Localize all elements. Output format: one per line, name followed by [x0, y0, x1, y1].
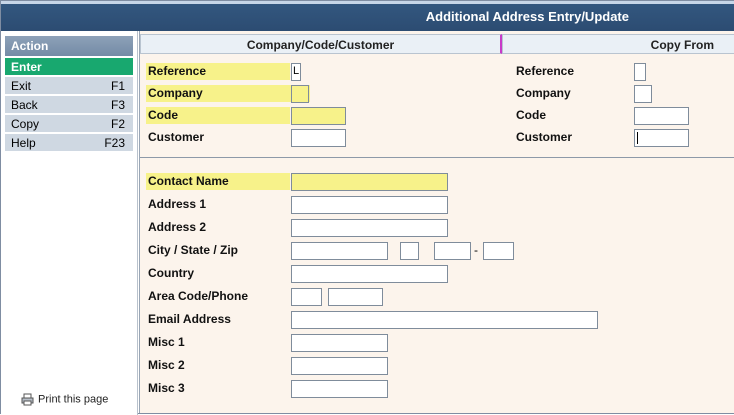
- action-sidebar: Action Enter Exit F1 Back F3 Copy F2 Hel…: [1, 31, 138, 415]
- help-button[interactable]: Help F23: [5, 134, 133, 152]
- customer-label: Customer: [148, 130, 205, 144]
- copy-button-label: Copy: [11, 117, 40, 131]
- enter-button-label: Enter: [11, 60, 42, 74]
- help-button-label: Help: [11, 136, 36, 150]
- country-input[interactable]: [291, 265, 448, 283]
- email-address-label: Email Address: [148, 312, 231, 326]
- window-title: Additional Address Entry/Update: [425, 9, 629, 24]
- printer-icon: [21, 393, 34, 406]
- address2-input[interactable]: [291, 219, 448, 237]
- misc1-label: Misc 1: [148, 335, 185, 349]
- print-link[interactable]: Print this page: [21, 393, 108, 406]
- back-button[interactable]: Back F3: [5, 96, 133, 114]
- area-code-phone-label: Area Code/Phone: [148, 289, 249, 303]
- enter-button[interactable]: Enter: [5, 58, 133, 76]
- misc2-input[interactable]: [291, 357, 388, 375]
- contact-name-input[interactable]: [291, 173, 448, 191]
- copy-reference-label: Reference: [516, 64, 575, 78]
- city-input[interactable]: [291, 242, 388, 260]
- copy-reference-input[interactable]: [634, 63, 646, 81]
- text-cursor: [637, 132, 638, 144]
- zip-input[interactable]: [434, 242, 471, 260]
- app-window: Additional Address Entry/Update Action E…: [0, 0, 734, 415]
- zip-extension-input[interactable]: [483, 242, 514, 260]
- state-input[interactable]: [400, 242, 419, 260]
- address1-input[interactable]: [291, 196, 448, 214]
- misc1-input[interactable]: [291, 334, 388, 352]
- email-address-input[interactable]: [291, 311, 598, 329]
- misc3-input[interactable]: [291, 380, 388, 398]
- phone-input[interactable]: [328, 288, 383, 306]
- customer-input[interactable]: [291, 129, 346, 147]
- exit-button[interactable]: Exit F1: [5, 77, 133, 95]
- copy-company-label: Company: [516, 86, 571, 100]
- back-button-label: Back: [11, 98, 38, 112]
- code-input[interactable]: [291, 107, 346, 125]
- copy-company-input[interactable]: [634, 85, 652, 103]
- area-code-input[interactable]: [291, 288, 322, 306]
- help-key: F23: [104, 136, 125, 150]
- entry-panel: Company/Code/Customer Copy From Referenc…: [139, 31, 734, 413]
- address1-label: Address 1: [148, 197, 207, 211]
- copy-customer-input[interactable]: [634, 129, 689, 147]
- address2-label: Address 2: [148, 220, 207, 234]
- title-bar: Additional Address Entry/Update: [1, 1, 734, 31]
- exit-button-label: Exit: [11, 79, 32, 93]
- company-label: Company: [146, 85, 310, 102]
- reference-input[interactable]: L: [291, 63, 301, 81]
- copy-code-label: Code: [516, 108, 546, 122]
- print-link-label: Print this page: [38, 393, 109, 406]
- city-state-zip-label: City / State / Zip: [148, 243, 239, 257]
- action-header: Action: [5, 36, 133, 56]
- contact-name-label: Contact Name: [146, 173, 290, 190]
- exit-key: F1: [110, 79, 125, 93]
- section-divider: [140, 157, 734, 158]
- code-label: Code: [146, 107, 290, 124]
- reference-label: Reference: [146, 63, 290, 80]
- misc2-label: Misc 2: [148, 358, 185, 372]
- company-code-customer-header: Company/Code/Customer: [140, 34, 502, 54]
- copy-code-input[interactable]: [634, 107, 689, 125]
- back-key: F3: [110, 98, 125, 112]
- copy-from-header: Copy From: [502, 34, 734, 54]
- company-input[interactable]: [291, 85, 309, 103]
- copy-button[interactable]: Copy F2: [5, 115, 133, 133]
- copy-customer-label: Customer: [516, 130, 573, 144]
- misc3-label: Misc 3: [148, 381, 185, 395]
- copy-key: F2: [110, 117, 125, 131]
- zip-separator: -: [474, 243, 478, 257]
- country-label: Country: [148, 266, 194, 280]
